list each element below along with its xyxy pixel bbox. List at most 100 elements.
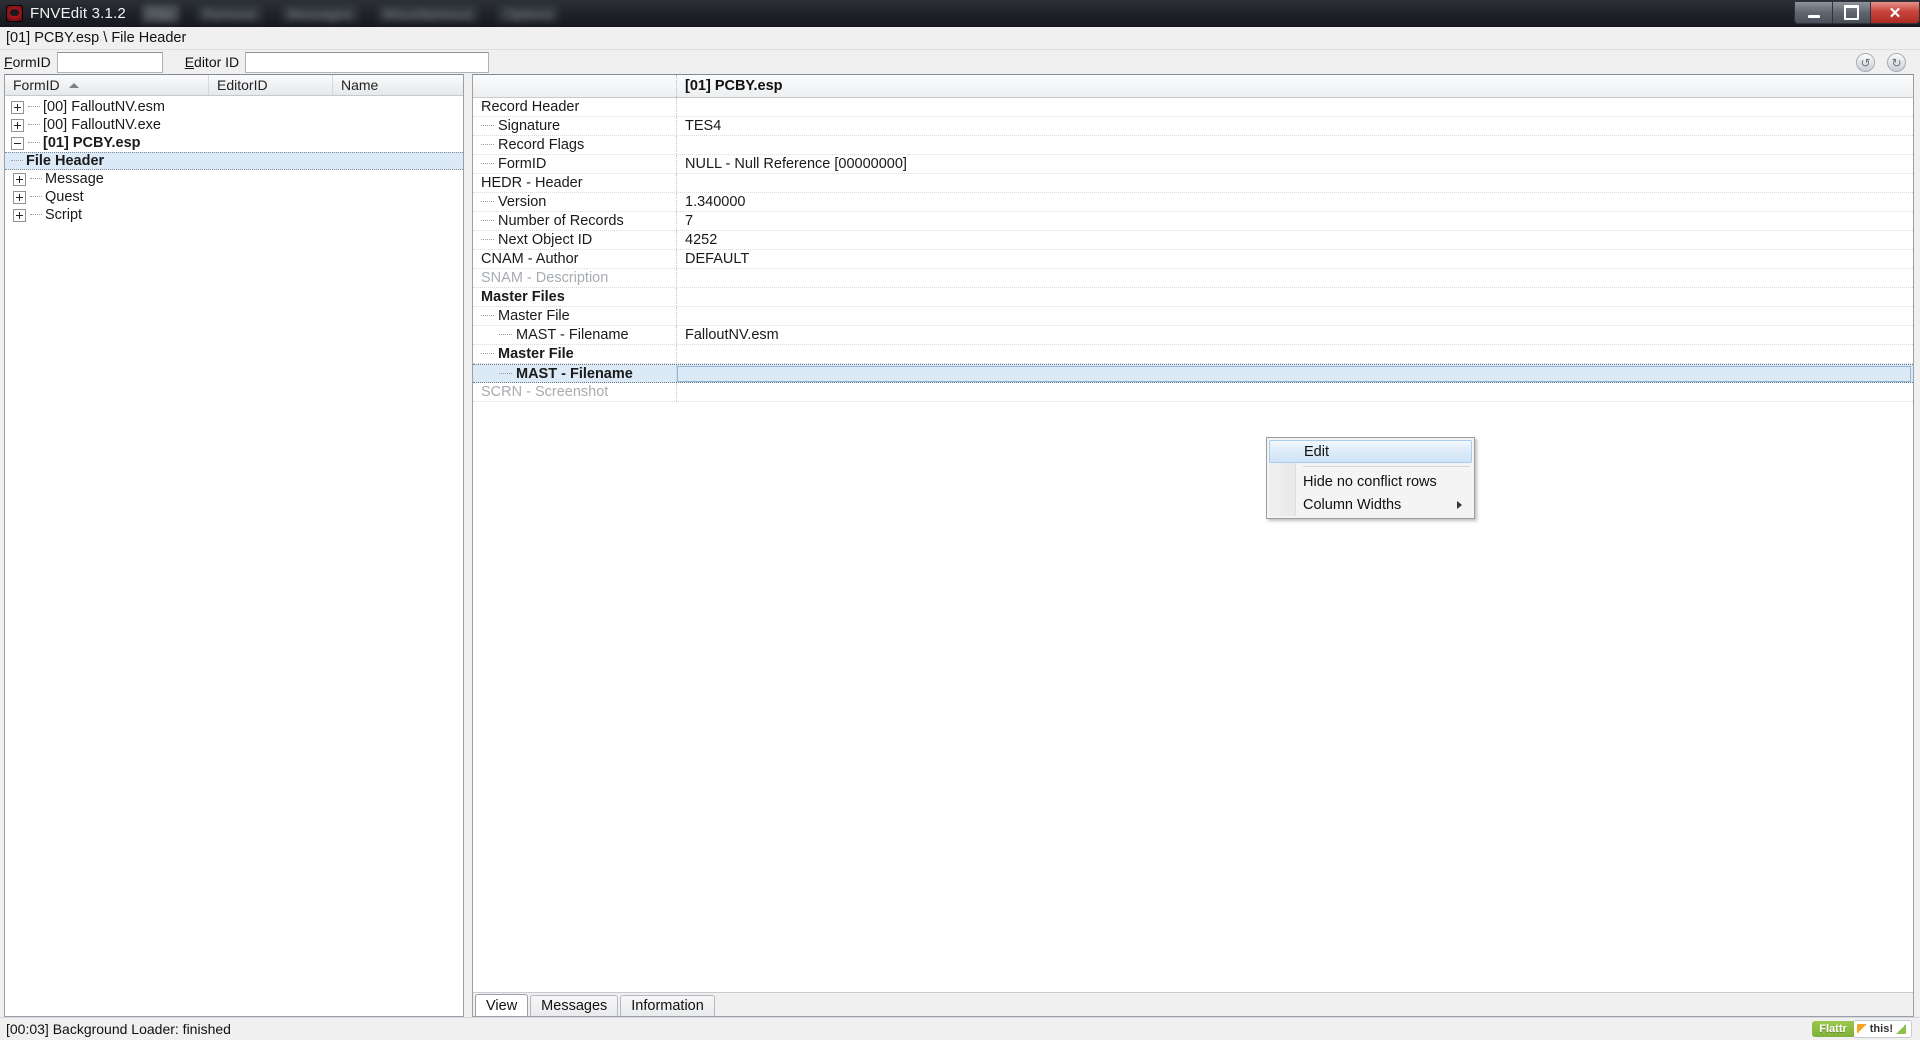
tree-line: [481, 163, 494, 165]
record-grid[interactable]: Record Header Signature TES4 Record Flag…: [473, 98, 1913, 992]
tree-node-file-header[interactable]: File Header: [5, 152, 463, 170]
tree-line: [28, 106, 40, 108]
record-row-value[interactable]: 7: [677, 213, 1913, 229]
record-row[interactable]: Version 1.340000: [473, 193, 1913, 212]
bottom-tab-strip: View Messages Information: [473, 992, 1913, 1016]
record-row-value[interactable]: 1.340000: [677, 194, 1913, 210]
record-view-panel: [01] PCBY.esp Record Header Signature TE…: [472, 74, 1914, 1017]
expand-plus-icon[interactable]: [11, 100, 24, 114]
forward-arrow-icon[interactable]: ↻: [1887, 53, 1906, 72]
tree-node-script[interactable]: Script: [5, 206, 463, 224]
context-menu-item-column-widths[interactable]: Column Widths: [1269, 493, 1472, 516]
flattr-badge[interactable]: Flattr this!: [1812, 1020, 1912, 1038]
tree-node-falloutnv-esm[interactable]: [00] FalloutNV.esm: [5, 98, 463, 116]
menu-item-miscellaneous[interactable]: Miscellaneous: [376, 4, 480, 23]
tab-messages[interactable]: Messages: [530, 995, 619, 1016]
record-row[interactable]: Number of Records 7: [473, 212, 1913, 231]
record-row[interactable]: FormID NULL - Null Reference [00000000]: [473, 155, 1913, 174]
tree-line: [481, 353, 494, 355]
flattr-green-icon: [1896, 1024, 1906, 1034]
tree-line: [30, 178, 42, 180]
expand-plus-icon[interactable]: [13, 208, 26, 222]
record-row-value-editable[interactable]: [677, 365, 1911, 382]
record-row-name: Record Flags: [473, 136, 677, 154]
record-row-label: Signature: [498, 118, 561, 134]
record-row[interactable]: SCRN - Screenshot: [473, 383, 1913, 402]
expand-plus-icon[interactable]: [13, 190, 26, 204]
panel-splitter[interactable]: [464, 74, 472, 1017]
menu-item-messages[interactable]: Messages: [280, 4, 359, 23]
record-row-value[interactable]: NULL - Null Reference [00000000]: [677, 156, 1913, 172]
record-row[interactable]: HEDR - Header: [473, 174, 1913, 193]
tree-node-message[interactable]: Message: [5, 170, 463, 188]
record-row-name: Master File: [473, 307, 677, 325]
tree-node-pcby-esp[interactable]: [01] PCBY.esp: [5, 134, 463, 152]
formid-input[interactable]: [56, 51, 163, 73]
record-row[interactable]: Record Header: [473, 98, 1913, 117]
record-row[interactable]: Master Files: [473, 288, 1913, 307]
menu-item-file[interactable]: File: [141, 4, 179, 23]
minimize-icon: [1807, 14, 1820, 18]
status-message: [00:03] Background Loader: finished: [6, 1021, 231, 1037]
record-row-value[interactable]: 4252: [677, 232, 1913, 248]
editorid-input[interactable]: [245, 51, 490, 73]
tree-line: [499, 372, 512, 375]
record-row[interactable]: CNAM - Author DEFAULT: [473, 250, 1913, 269]
tree-line: [30, 214, 42, 216]
record-row[interactable]: SNAM - Description: [473, 269, 1913, 288]
record-grid-header-plugin[interactable]: [01] PCBY.esp: [677, 75, 1913, 97]
close-button[interactable]: ✕: [1870, 1, 1920, 24]
flattr-this-button[interactable]: this!: [1853, 1020, 1912, 1038]
expand-plus-icon[interactable]: [11, 118, 24, 132]
record-row-name: Signature: [473, 117, 677, 135]
context-menu-item-edit[interactable]: Edit: [1269, 440, 1472, 463]
minimize-button[interactable]: [1794, 1, 1832, 24]
title-bar: FNVEdit 3.1.2 File Remove Messages Misce…: [0, 0, 1920, 27]
tree-node-falloutnv-exe[interactable]: [00] FalloutNV.exe: [5, 116, 463, 134]
record-row[interactable]: Signature TES4: [473, 117, 1913, 136]
record-row-label: MAST - Filename: [516, 327, 629, 343]
tree-node-label: Quest: [45, 188, 84, 205]
plugin-tree[interactable]: [00] FalloutNV.esm [00] FalloutNV.exe [0…: [5, 96, 463, 1016]
record-row-label: Master File: [498, 346, 574, 362]
flattr-orange-icon: [1856, 1024, 1867, 1034]
flattr-this-label: this!: [1869, 1023, 1893, 1035]
record-row[interactable]: Next Object ID 4252: [473, 231, 1913, 250]
collapse-minus-icon[interactable]: [11, 136, 24, 150]
record-row[interactable]: Master File: [473, 345, 1913, 364]
tree-line: [11, 160, 23, 162]
record-row-value[interactable]: TES4: [677, 118, 1913, 134]
record-row-label: FormID: [498, 156, 547, 172]
record-row-label: Master File: [498, 308, 570, 324]
record-row[interactable]: MAST - Filename FalloutNV.esm: [473, 326, 1913, 345]
tree-column-editorid[interactable]: EditorID: [209, 75, 333, 95]
record-row-label: Number of Records: [498, 213, 624, 229]
record-row[interactable]: Record Flags: [473, 136, 1913, 155]
tree-column-formid[interactable]: FormID: [5, 75, 209, 95]
fnvedit-window: FNVEdit 3.1.2 File Remove Messages Misce…: [0, 0, 1920, 1040]
menu-item-options[interactable]: Options: [497, 4, 560, 23]
nav-buttons: ↺ ↻: [1856, 53, 1906, 72]
tab-information[interactable]: Information: [620, 995, 715, 1016]
tree-line: [30, 196, 42, 198]
expand-plus-icon[interactable]: [13, 172, 26, 186]
back-arrow-icon[interactable]: ↺: [1856, 53, 1875, 72]
context-menu[interactable]: Edit Hide no conflict rows Column Widths: [1266, 437, 1475, 519]
menu-item-remove[interactable]: Remove: [196, 4, 263, 23]
formid-label: FormID: [4, 54, 51, 70]
chevron-right-icon: [1457, 500, 1462, 509]
app-title: FNVEdit 3.1.2: [30, 5, 126, 22]
menu-bar[interactable]: File Remove Messages Miscellaneous Optio…: [141, 4, 560, 23]
record-row-value[interactable]: DEFAULT: [677, 251, 1913, 267]
tree-column-name[interactable]: Name: [333, 75, 463, 95]
record-row-value[interactable]: FalloutNV.esm: [677, 327, 1913, 343]
tree-node-label: [01] PCBY.esp: [43, 134, 141, 151]
tree-node-label: Script: [45, 206, 83, 223]
tab-view[interactable]: View: [475, 994, 529, 1016]
tree-node-quest[interactable]: Quest: [5, 188, 463, 206]
tree-line: [481, 201, 494, 203]
maximize-button[interactable]: [1832, 1, 1870, 24]
record-row[interactable]: Master File: [473, 307, 1913, 326]
record-row-selected[interactable]: MAST - Filename: [473, 364, 1913, 383]
context-menu-item-hide-no-conflict-rows[interactable]: Hide no conflict rows: [1269, 470, 1472, 493]
